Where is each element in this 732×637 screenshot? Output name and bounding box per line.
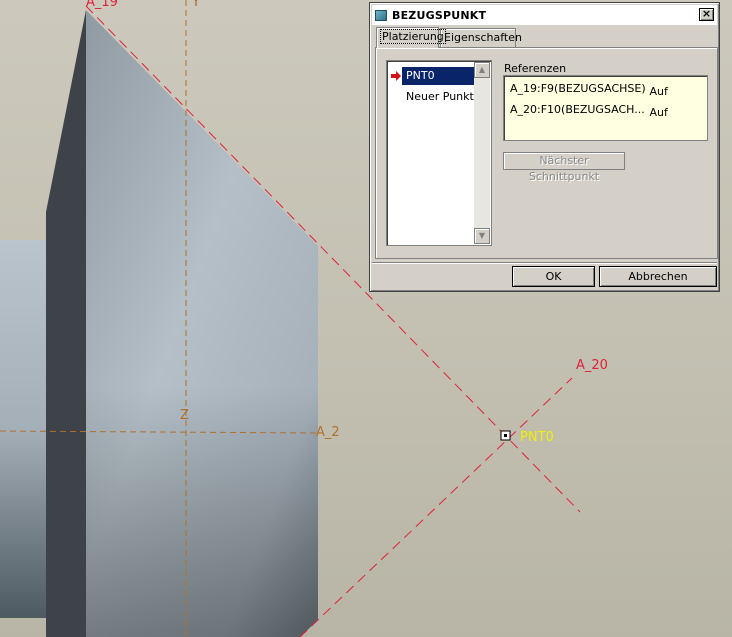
datum-point-dialog: BEZUGSPUNKT × Platzierung Eigenschaften … [369, 2, 720, 292]
shaft-cylinder [0, 240, 48, 618]
reference-name: A_19:F9(BEZUGSACHSE) [510, 82, 646, 95]
scroll-up-button[interactable]: ▲ [474, 62, 490, 78]
point-list[interactable]: PNT0 Neuer Punkt ▲ ▼ [386, 60, 492, 246]
cancel-button[interactable]: Abbrechen [599, 266, 717, 287]
part-side-face [46, 10, 86, 637]
axis-label-a2: A_2 [316, 425, 340, 440]
arrow-right-icon [391, 71, 401, 81]
ok-button[interactable]: OK [512, 266, 595, 287]
axis-label-z: Z [180, 408, 189, 423]
tab-eigenschaften[interactable]: Eigenschaften [440, 28, 522, 47]
list-item-new-point[interactable]: Neuer Punkt [402, 88, 474, 106]
close-button[interactable]: × [699, 8, 714, 21]
tab-platzierung-label: Platzierung [380, 29, 446, 44]
point-label-pnt0: PNT0 [520, 430, 554, 445]
divider [372, 262, 717, 264]
reference-row[interactable]: A_19:F9(BEZUGSACHSE) Auf [510, 82, 668, 98]
reference-row[interactable]: A_20:F10(BEZUGSACH... Auf [510, 103, 668, 119]
dialog-title: BEZUGSPUNKT [392, 8, 487, 22]
reference-name: A_20:F10(BEZUGSACH... [510, 103, 645, 116]
references-label: Referenzen [504, 62, 567, 75]
scroll-down-button[interactable]: ▼ [474, 228, 490, 244]
tab-platzierung[interactable]: Platzierung [376, 27, 446, 48]
reference-constraint[interactable]: Auf [650, 85, 668, 98]
next-intersection-button[interactable]: Nächster Schnittpunkt [503, 152, 625, 183]
axis-label-y: Y [191, 0, 200, 10]
axis-label-a19: A_19 [86, 0, 118, 10]
reference-constraint[interactable]: Auf [650, 106, 668, 119]
datum-axis-a20[interactable] [299, 377, 573, 637]
references-list[interactable]: A_19:F9(BEZUGSACHSE) Auf A_20:F10(BEZUGS… [503, 75, 708, 141]
list-item-pnt0[interactable]: PNT0 [402, 67, 474, 85]
axis-label-a20: A_20 [576, 358, 608, 373]
datum-point-icon [375, 9, 387, 21]
point-list-scrollbar[interactable]: ▲ ▼ [474, 62, 490, 244]
placement-panel: PNT0 Neuer Punkt ▲ ▼ Referenzen A_19:F9(… [375, 47, 718, 259]
dialog-titlebar[interactable]: BEZUGSPUNKT × [372, 5, 717, 25]
